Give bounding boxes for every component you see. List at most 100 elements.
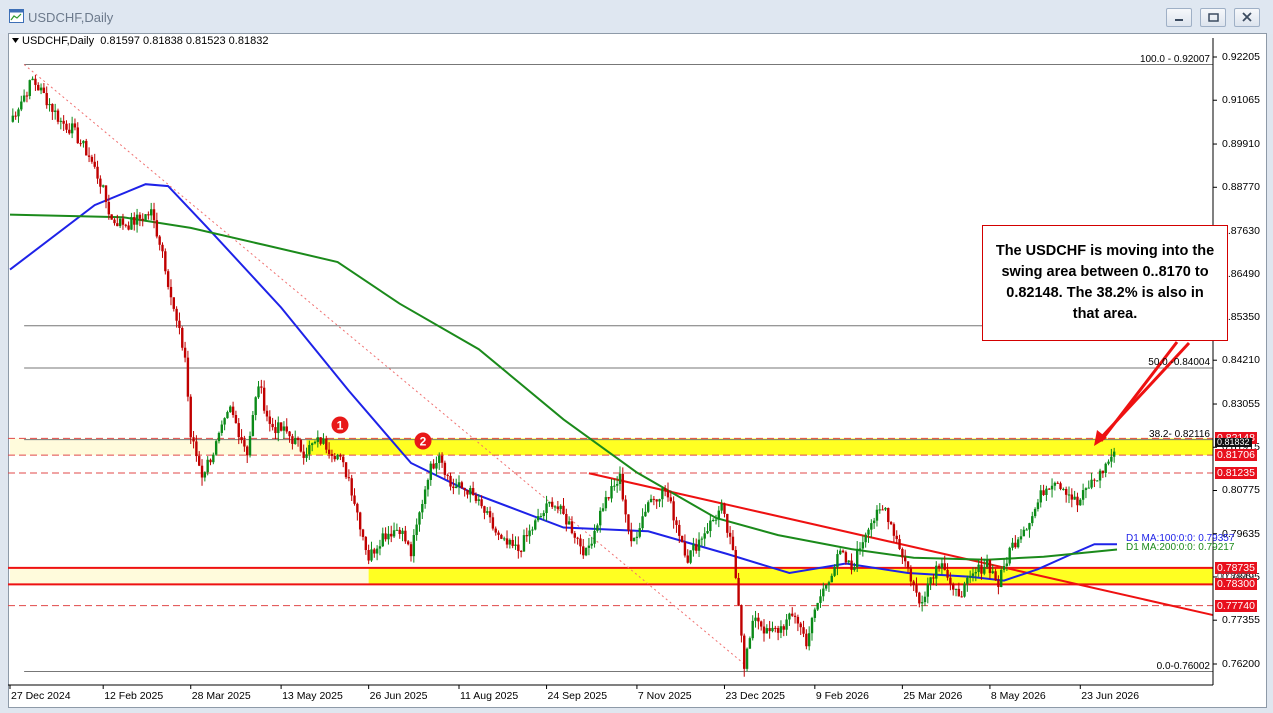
candle-body — [1076, 496, 1079, 506]
candle-body — [82, 140, 85, 144]
candle-body — [720, 503, 723, 511]
y-tick-label: 0.84210 — [1222, 354, 1260, 367]
candle-body — [1084, 488, 1088, 491]
candle-body — [884, 507, 887, 510]
candle-body — [209, 459, 212, 463]
x-tick-label: 9 Feb 2026 — [815, 690, 869, 702]
candle-body — [237, 423, 240, 438]
candle-body — [186, 357, 190, 397]
candle-body — [638, 528, 641, 537]
candle-body — [912, 581, 915, 586]
candle-body — [404, 530, 407, 542]
candle-body — [347, 477, 351, 479]
candle-body — [452, 486, 455, 489]
candle-body — [169, 286, 173, 298]
candle-body — [796, 616, 800, 624]
candle-body — [488, 511, 492, 518]
candle-body — [310, 443, 314, 446]
candle-body — [779, 626, 783, 633]
candle-body — [93, 161, 96, 167]
candle-body — [915, 585, 918, 593]
candle-body — [644, 511, 647, 517]
candle-body — [104, 185, 108, 203]
candle-body — [73, 123, 77, 128]
candle-body — [178, 320, 181, 329]
candle-body — [457, 482, 461, 487]
x-tick-label: 27 Dec 2024 — [11, 690, 71, 702]
candle-body — [836, 554, 839, 568]
candle-body — [601, 508, 605, 511]
candle-body — [740, 605, 743, 636]
chart-dropdown-icon[interactable] — [12, 38, 20, 46]
candle-body — [689, 550, 692, 563]
candle-body — [1056, 482, 1059, 484]
candle-body — [737, 577, 740, 606]
candle-body — [983, 566, 986, 574]
candle-body — [892, 524, 896, 536]
candle-body — [296, 438, 300, 441]
candle-body — [957, 588, 961, 597]
candle-body — [940, 563, 944, 568]
y-tick-label: 0.88770 — [1222, 181, 1260, 194]
candle-body — [841, 550, 845, 553]
candle-body — [923, 596, 927, 603]
candle-body — [864, 534, 867, 543]
x-tick-label: 24 Sep 2025 — [547, 690, 608, 702]
candle-body — [294, 438, 297, 444]
current-price-tag: 0.81832 — [1215, 437, 1252, 448]
candle-body — [641, 516, 644, 529]
candle-body — [1073, 496, 1076, 500]
candle-body — [678, 524, 681, 536]
candle-body — [477, 499, 480, 501]
candle-body — [1033, 509, 1037, 517]
candle-body — [683, 542, 687, 556]
candle-body — [514, 544, 517, 546]
candle-body — [370, 549, 373, 561]
candle-body — [387, 533, 390, 540]
candle-body — [697, 539, 701, 551]
candle-body — [593, 530, 596, 544]
candle-body — [161, 244, 164, 252]
candle-body — [971, 573, 975, 576]
candle-body — [807, 633, 811, 647]
price-chart[interactable]: 12 — [0, 0, 1273, 713]
candle-body — [339, 454, 342, 457]
candle-body — [426, 479, 430, 490]
candle-body — [632, 537, 636, 542]
y-tick-label: 0.80775 — [1222, 484, 1260, 497]
candle-body — [423, 489, 427, 505]
candle-body — [480, 499, 483, 507]
candle-body — [751, 620, 754, 639]
candle-body — [409, 544, 413, 557]
candle-body — [810, 617, 814, 634]
candle-body — [937, 565, 941, 568]
candle-body — [308, 445, 311, 455]
candle-body — [223, 418, 226, 425]
candle-body — [1011, 542, 1014, 548]
ma200-label: D1 MA:200:0:0: 0.79217 — [1126, 542, 1235, 554]
candle-body — [1000, 569, 1003, 588]
candle-body — [234, 414, 238, 424]
candle-body — [22, 95, 26, 102]
candle-body — [819, 596, 822, 603]
candle-body — [358, 512, 362, 530]
candle-body — [539, 516, 543, 518]
candle-body — [754, 617, 757, 621]
candle-body — [974, 572, 978, 574]
y-tick-label: 0.91065 — [1222, 94, 1260, 107]
candle-body — [1087, 487, 1090, 489]
candle-body — [181, 328, 184, 348]
candle-body — [861, 542, 865, 549]
candle-body — [1096, 480, 1099, 482]
candle-body — [34, 78, 37, 85]
candle-body — [762, 626, 766, 634]
candle-body — [898, 539, 901, 549]
candle-body — [853, 567, 856, 570]
candle-body — [418, 512, 421, 525]
candle-body — [607, 497, 610, 499]
candle-body — [661, 488, 664, 500]
candle-body — [45, 93, 48, 106]
candle-body — [1053, 482, 1057, 486]
candle-body — [1008, 547, 1011, 564]
price-tag: 0.81235 — [1215, 467, 1257, 480]
